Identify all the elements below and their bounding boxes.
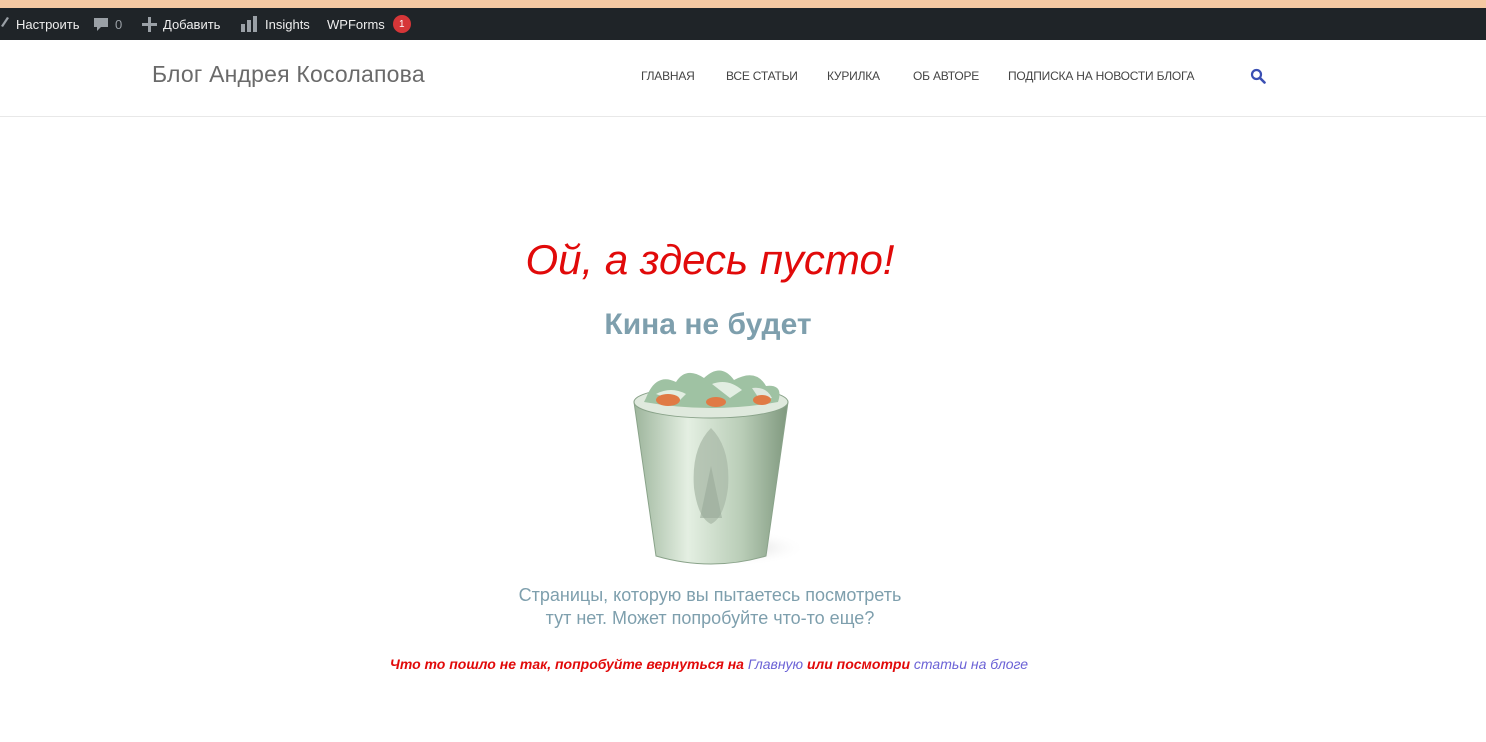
home-link[interactable]: Главную xyxy=(748,656,803,672)
message-part-2: или посмотри xyxy=(803,656,914,672)
search-icon xyxy=(1250,68,1266,88)
site-header: Блог Андрея Косолапова ГЛАВНАЯ ВСЕ СТАТЬ… xyxy=(0,40,1486,117)
bar-chart-icon xyxy=(241,16,259,32)
nav-item-about[interactable]: ОБ АВТОРЕ xyxy=(913,69,979,83)
brush-icon xyxy=(0,17,10,31)
nav-item-home[interactable]: ГЛАВНАЯ xyxy=(641,69,695,83)
admin-comments-item[interactable]: 0 xyxy=(93,8,122,40)
admin-comments-count: 0 xyxy=(115,16,123,32)
admin-wpforms-item[interactable]: WPForms 1 xyxy=(327,8,411,40)
not-found-illustration: Кина не будет Страницы, которую вы пытае… xyxy=(506,300,910,640)
nav-item-all-articles[interactable]: ВСЕ СТАТЬИ xyxy=(726,69,798,83)
admin-insights-item[interactable]: Insights xyxy=(241,8,310,40)
blog-articles-link[interactable]: статьи на блоге xyxy=(914,656,1028,672)
search-button[interactable] xyxy=(1250,68,1268,86)
top-accent-strip xyxy=(0,0,1486,8)
plus-icon xyxy=(142,16,157,32)
nav-item-subscribe[interactable]: ПОДПИСКА НА НОВОСТИ БЛОГА xyxy=(1008,69,1195,83)
admin-wpforms-label: WPForms xyxy=(327,16,385,32)
site-title[interactable]: Блог Андрея Косолапова xyxy=(152,61,425,88)
error-message: Что то пошло не так, попробуйте вернутьс… xyxy=(0,656,1418,672)
admin-customize-label: Настроить xyxy=(16,16,80,32)
admin-add-label: Добавить xyxy=(163,16,221,32)
comment-icon xyxy=(93,16,109,32)
caption-line-1: Страницы, которую вы пытаетесь посмотрет… xyxy=(518,585,902,605)
illustration-caption: Страницы, которую вы пытаетесь посмотрет… xyxy=(506,584,914,630)
trash-bin-icon xyxy=(633,370,806,566)
caption-line-2: тут нет. Может попробуйте что-то еще? xyxy=(545,608,875,628)
message-part-1: Что то пошло не так, попробуйте вернутьс… xyxy=(389,656,748,672)
nav-item-smoking-room[interactable]: КУРИЛКА xyxy=(827,69,880,83)
admin-add-item[interactable]: Добавить xyxy=(142,8,220,40)
admin-bar: Настроить 0 Добавить Insights WPForms 1 xyxy=(0,8,1486,40)
page-headline: Ой, а здесь пусто! xyxy=(525,236,895,283)
wpforms-notification-badge: 1 xyxy=(392,15,411,33)
admin-customize-item[interactable]: Настроить xyxy=(0,8,80,40)
illustration-heading: Кина не будет xyxy=(604,308,812,341)
admin-insights-label: Insights xyxy=(265,16,310,32)
